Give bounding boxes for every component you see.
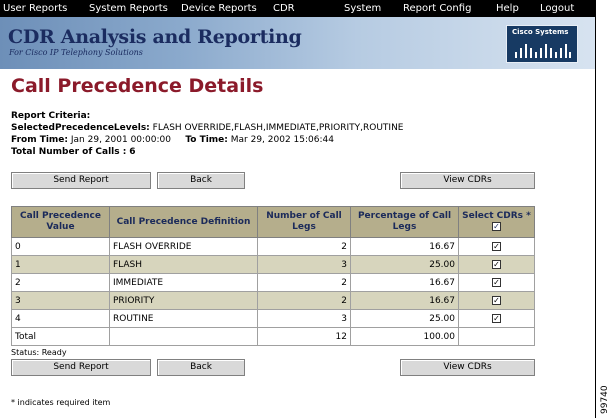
cell-definition: PRIORITY xyxy=(109,291,258,310)
status-text: Status: Ready xyxy=(11,348,67,357)
col-percentage-call-legs: Percentage of Call Legs xyxy=(350,206,459,238)
cell-select: ✓ xyxy=(458,273,535,292)
app-subtitle: For Cisco IP Telephony Solutions xyxy=(9,48,143,57)
cell-select: ✓ xyxy=(458,309,535,328)
table-total-row: Total 12 100.00 xyxy=(11,327,535,346)
select-cdrs-label: Select CDRs * xyxy=(462,211,531,221)
menu-system-reports[interactable]: System Reports xyxy=(89,3,168,14)
logo-text: Cisco Systems xyxy=(512,28,569,36)
to-time-label: To Time: xyxy=(185,135,228,145)
table-row: 2 IMMEDIATE 2 16.67 ✓ xyxy=(11,273,535,292)
menu-bar: User Reports System Reports Device Repor… xyxy=(0,0,595,17)
cell-select: ✓ xyxy=(458,237,535,256)
table-row: 0 FLASH OVERRIDE 2 16.67 ✓ xyxy=(11,237,535,256)
view-cdrs-button-bottom[interactable]: View CDRs xyxy=(400,359,535,376)
cell-value: 2 xyxy=(11,273,110,292)
cell-percent: 16.67 xyxy=(350,237,459,256)
cell-percent: 16.67 xyxy=(350,273,459,292)
table-row: 1 FLASH 3 25.00 ✓ xyxy=(11,255,535,274)
total-calls-label: Total Number of Calls : xyxy=(11,147,127,157)
menu-logout[interactable]: Logout xyxy=(540,3,574,14)
menu-report-config[interactable]: Report Config xyxy=(403,3,471,14)
cell-total-select-empty xyxy=(458,327,535,346)
table-header-row: Call Precedence Value Call Precedence De… xyxy=(11,206,535,238)
select-all-checkbox[interactable]: ✓ xyxy=(492,222,501,231)
cell-total-legs: 12 xyxy=(257,327,351,346)
criteria-heading: Report Criteria: xyxy=(11,111,91,121)
total-calls-value: 6 xyxy=(129,147,136,157)
cell-total-percent: 100.00 xyxy=(350,327,459,346)
app-frame: User Reports System Reports Device Repor… xyxy=(0,0,596,418)
cell-total-label: Total xyxy=(11,327,110,346)
required-note: * indicates required item xyxy=(11,398,111,407)
cell-value: 3 xyxy=(11,291,110,310)
cell-legs: 3 xyxy=(257,255,351,274)
col-number-call-legs: Number of Call Legs xyxy=(257,206,351,238)
cell-legs: 2 xyxy=(257,291,351,310)
cell-value: 1 xyxy=(11,255,110,274)
cell-select: ✓ xyxy=(458,291,535,310)
send-report-button-bottom[interactable]: Send Report xyxy=(11,359,151,376)
cisco-logo: Cisco Systems xyxy=(506,25,578,63)
row-select-checkbox[interactable]: ✓ xyxy=(492,259,501,269)
cell-legs: 3 xyxy=(257,309,351,328)
col-select-cdrs: Select CDRs * ✓ xyxy=(458,206,535,238)
from-time-label: From Time: xyxy=(11,135,69,145)
cisco-bridge-icon xyxy=(515,44,571,58)
page-title: Call Precedence Details xyxy=(11,75,264,97)
cell-definition: FLASH OVERRIDE xyxy=(109,237,258,256)
report-criteria: Report Criteria: SelectedPrecedenceLevel… xyxy=(11,110,404,158)
row-select-checkbox[interactable]: ✓ xyxy=(492,277,501,287)
back-button-bottom[interactable]: Back xyxy=(157,359,245,376)
menu-device-reports[interactable]: Device Reports xyxy=(181,3,257,14)
menu-cdr[interactable]: CDR xyxy=(273,3,295,14)
menu-user-reports[interactable]: User Reports xyxy=(3,3,67,14)
cell-percent: 16.67 xyxy=(350,291,459,310)
cell-definition: IMMEDIATE xyxy=(109,273,258,292)
send-report-button[interactable]: Send Report xyxy=(11,172,151,189)
row-select-checkbox[interactable]: ✓ xyxy=(492,295,501,305)
col-precedence-definition: Call Precedence Definition xyxy=(109,206,258,238)
call-precedence-table: Call Precedence Value Call Precedence De… xyxy=(11,206,535,346)
menu-system[interactable]: System xyxy=(344,3,381,14)
table-row: 3 PRIORITY 2 16.67 ✓ xyxy=(11,291,535,310)
cell-value: 4 xyxy=(11,309,110,328)
cell-definition: ROUTINE xyxy=(109,309,258,328)
cell-total-empty xyxy=(109,327,258,346)
figure-id: 99740 xyxy=(598,380,610,416)
levels-label: SelectedPrecedenceLevels: xyxy=(11,123,150,133)
from-time-value: Jan 29, 2001 00:00:00 xyxy=(70,135,171,145)
cell-value: 0 xyxy=(11,237,110,256)
row-select-checkbox[interactable]: ✓ xyxy=(492,313,501,323)
app-banner: CDR Analysis and Reporting For Cisco IP … xyxy=(0,17,595,69)
cell-percent: 25.00 xyxy=(350,309,459,328)
figure-id-text: 99740 xyxy=(600,385,610,414)
cell-legs: 2 xyxy=(257,237,351,256)
col-precedence-value: Call Precedence Value xyxy=(11,206,110,238)
cell-definition: FLASH xyxy=(109,255,258,274)
cell-percent: 25.00 xyxy=(350,255,459,274)
back-button[interactable]: Back xyxy=(157,172,245,189)
to-time-value: Mar 29, 2002 15:06:44 xyxy=(230,135,334,145)
cell-legs: 2 xyxy=(257,273,351,292)
levels-value: FLASH OVERRIDE,FLASH,IMMEDIATE,PRIORITY,… xyxy=(152,123,404,133)
menu-help[interactable]: Help xyxy=(496,3,519,14)
table-row: 4 ROUTINE 3 25.00 ✓ xyxy=(11,309,535,328)
row-select-checkbox[interactable]: ✓ xyxy=(492,241,501,251)
view-cdrs-button[interactable]: View CDRs xyxy=(400,172,535,189)
cell-select: ✓ xyxy=(458,255,535,274)
app-title: CDR Analysis and Reporting xyxy=(8,26,302,48)
